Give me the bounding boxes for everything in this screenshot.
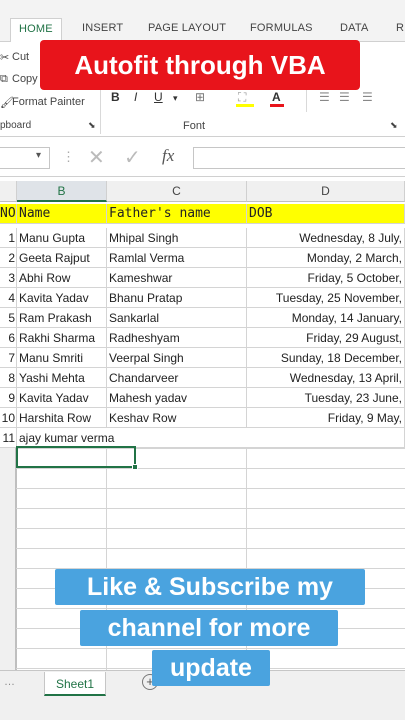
cell-no[interactable]: 2	[0, 248, 17, 268]
tab-page-layout[interactable]: PAGE LAYOUT	[148, 22, 226, 34]
font-dialog-launcher-icon[interactable]: ⬊	[390, 120, 398, 131]
cell-no[interactable]: 10	[0, 408, 17, 428]
cell-no[interactable]: 5	[0, 308, 17, 328]
tab-insert[interactable]: INSERT	[82, 22, 123, 34]
cell-no[interactable]: 11	[0, 428, 17, 448]
tab-formulas[interactable]: FORMULAS	[250, 22, 313, 34]
cell-father[interactable]: Ramlal Verma	[107, 248, 247, 268]
cell-name[interactable]: Manu Smriti	[17, 348, 107, 368]
align-left-icon[interactable]: ☰	[319, 90, 330, 104]
cell-father[interactable]: Keshav Row	[107, 408, 247, 428]
cancel-icon[interactable]: ✕	[88, 145, 105, 170]
sheet-tab-sheet1[interactable]: Sheet1	[44, 672, 106, 696]
cell-name[interactable]: Abhi Row	[17, 268, 107, 288]
cell-name[interactable]: Kavita Yadav	[17, 388, 107, 408]
enter-check-icon[interactable]: ✓	[124, 145, 141, 170]
cell-dob[interactable]: Tuesday, 25 November,	[247, 288, 405, 308]
title-banner: Autofit through VBA	[40, 40, 360, 90]
cell-father[interactable]: Kameshwar	[107, 268, 247, 288]
cell-no[interactable]: 1	[0, 228, 17, 248]
font-color-swatch	[270, 104, 284, 107]
fill-color-icon[interactable]: ⛶	[238, 90, 246, 105]
cell-dob[interactable]: Sunday, 18 December,	[247, 348, 405, 368]
cell-dob[interactable]: Wednesday, 8 July,	[247, 228, 405, 248]
cell-father[interactable]: Veerpal Singh	[107, 348, 247, 368]
cell-dob[interactable]: Wednesday, 13 April,	[247, 368, 405, 388]
cell-dob[interactable]: Friday, 5 October,	[247, 268, 405, 288]
cell-dob[interactable]: Monday, 2 March,	[247, 248, 405, 268]
tab-review[interactable]: RE	[396, 22, 405, 34]
cell-name[interactable]: Ram Prakash	[17, 308, 107, 328]
copy-button[interactable]: Copy	[12, 73, 38, 85]
cell-no[interactable]: 8	[0, 368, 17, 388]
cell-dob[interactable]: Tuesday, 23 June,	[247, 388, 405, 408]
subscribe-banner-line-3: update	[152, 650, 270, 686]
column-header-d[interactable]: D	[247, 181, 405, 202]
cell-no[interactable]: 3	[0, 268, 17, 288]
underline-button[interactable]: U	[154, 90, 163, 104]
cell-name[interactable]: Rakhi Sharma	[17, 328, 107, 348]
cell-name[interactable]: Kavita Yadav	[17, 288, 107, 308]
cell-dob[interactable]: Friday, 29 August,	[247, 328, 405, 348]
format-painter-button[interactable]: Format Painter	[12, 96, 85, 108]
borders-icon[interactable]: ⊞	[195, 90, 205, 104]
chevron-down-icon[interactable]: ▾	[173, 93, 178, 104]
ellipsis-icon[interactable]: …	[4, 676, 15, 688]
cell-dob[interactable]: Monday, 14 January,	[247, 308, 405, 328]
italic-button[interactable]: I	[134, 90, 137, 104]
subscribe-banner-line-2: channel for more	[80, 610, 338, 646]
cell-father[interactable]: Mhipal Singh	[107, 228, 247, 248]
align-right-icon[interactable]: ☰	[362, 90, 373, 104]
name-box[interactable]	[0, 147, 50, 169]
cell-name[interactable]: Geeta Rajput	[17, 248, 107, 268]
subscribe-banner-line-1: Like & Subscribe my	[55, 569, 365, 605]
header-cell-no[interactable]: NO	[0, 204, 17, 224]
font-group-label: Font	[183, 120, 206, 132]
cell-father[interactable]: Chandarveer	[107, 368, 247, 388]
cell-name[interactable]: Harshita Row	[17, 408, 107, 428]
dialog-launcher-icon[interactable]: ⬊	[88, 120, 96, 131]
tab-data[interactable]: DATA	[340, 22, 369, 34]
header-cell-name[interactable]: Name	[17, 204, 107, 224]
bold-button[interactable]: B	[111, 90, 120, 104]
cell-name[interactable]: ajay kumar verma	[17, 428, 247, 448]
cell-no[interactable]: 7	[0, 348, 17, 368]
cell-father[interactable]: Sankarlal	[107, 308, 247, 328]
cell-no[interactable]: 4	[0, 288, 17, 308]
align-center-icon[interactable]: ☰	[339, 90, 350, 104]
cell-no[interactable]: 6	[0, 328, 17, 348]
fill-color-swatch	[236, 104, 254, 107]
cell-dob[interactable]	[247, 428, 405, 448]
column-header-b[interactable]: B	[17, 181, 107, 202]
font-color-icon[interactable]: A	[272, 90, 281, 104]
cell-father[interactable]: Bhanu Pratap	[107, 288, 247, 308]
ribbon-tabs: HOME INSERT PAGE LAYOUT FORMULAS DATA RE	[0, 0, 405, 43]
cell-name[interactable]: Manu Gupta	[17, 228, 107, 248]
formula-bar: ▾ ⋮ ✕ ✓ fx	[0, 141, 405, 177]
formula-input[interactable]	[193, 147, 405, 169]
header-cell-dob[interactable]: DOB	[247, 204, 405, 224]
row-header-strip	[0, 448, 16, 670]
select-all-corner[interactable]	[0, 181, 17, 202]
cell-father[interactable]: Radheshyam	[107, 328, 247, 348]
cell-name[interactable]: Yashi Mehta	[17, 368, 107, 388]
scissors-icon[interactable]: ✂	[0, 51, 9, 64]
insert-function-icon[interactable]: fx	[162, 146, 174, 166]
active-cell-selection[interactable]	[16, 446, 136, 468]
copy-icon[interactable]: ⧉	[0, 73, 8, 86]
cut-button[interactable]: Cut	[12, 51, 29, 63]
cell-father[interactable]: Mahesh yadav	[107, 388, 247, 408]
fill-handle[interactable]	[132, 464, 138, 470]
cell-no[interactable]: 9	[0, 388, 17, 408]
clipboard-group-label: pboard	[0, 120, 32, 131]
header-cell-father[interactable]: Father's name	[107, 204, 247, 224]
more-icon: ⋮	[62, 149, 75, 164]
column-header-c[interactable]: C	[107, 181, 247, 202]
cell-dob[interactable]: Friday, 9 May,	[247, 408, 405, 428]
chevron-down-icon[interactable]: ▾	[36, 150, 41, 161]
